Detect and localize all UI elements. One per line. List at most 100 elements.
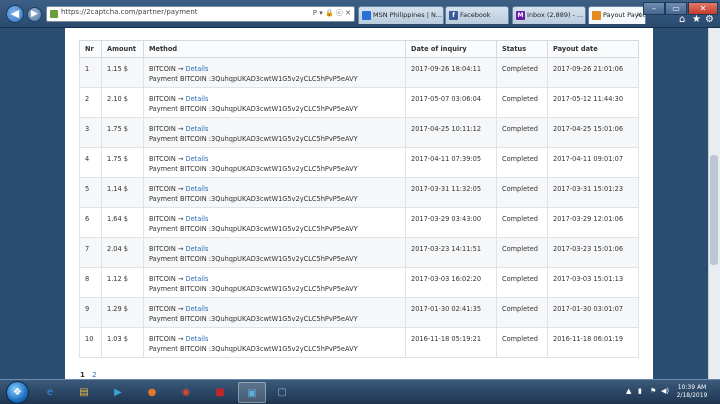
address-bar-icons[interactable]: P ▾ 🔒 ⓒ ✕ bbox=[313, 8, 351, 18]
cell-payout-date: 2017-03-31 15:01:23 bbox=[547, 177, 639, 208]
table-row: 7 2.04 $ BITCOIN → Details Payment BITCOIN … bbox=[79, 237, 639, 268]
arrow-icon: → bbox=[177, 125, 184, 133]
payment-address: Payment BITCOIN :3QuhqpUKAD3cwtW1G5v2yCL… bbox=[149, 105, 358, 113]
table-row: 8 1.12 $ BITCOIN → Details Payment BITCOIN … bbox=[79, 267, 639, 298]
windows-start-icon[interactable]: ❖ bbox=[6, 381, 29, 404]
page-link-2[interactable]: 2 bbox=[92, 371, 96, 379]
browser-chrome: ◀ ▶ https://2captcha.com/partner/payment… bbox=[0, 0, 720, 28]
cell-amount: 2.04 $ bbox=[101, 237, 144, 268]
cell-nr: 2 bbox=[79, 87, 102, 118]
cell-payout-date: 2017-01-30 03:01:07 bbox=[547, 297, 639, 328]
window-icon[interactable]: ▢ bbox=[268, 382, 296, 403]
method-name: BITCOIN bbox=[149, 65, 176, 73]
header-nr: Nr bbox=[79, 40, 102, 58]
pagination: 1 2 bbox=[80, 371, 97, 379]
volume-icon[interactable]: ◀) bbox=[661, 387, 669, 395]
cell-date-of-inquiry: 2017-09-26 18:04:11 bbox=[405, 57, 497, 88]
header-payout-date: Payout date bbox=[547, 40, 639, 58]
favorites-star-icon[interactable]: ★ bbox=[692, 14, 701, 25]
cell-method: BITCOIN → Details Payment BITCOIN :3Quhqp… bbox=[143, 297, 406, 328]
details-link[interactable]: Details bbox=[186, 125, 209, 133]
media-player-icon[interactable]: ▶ bbox=[104, 382, 132, 403]
chrome-icon[interactable]: ◉ bbox=[172, 382, 200, 403]
details-link[interactable]: Details bbox=[186, 95, 209, 103]
flag-icon[interactable]: ⚑ bbox=[650, 387, 656, 395]
arrow-icon: → bbox=[177, 275, 184, 283]
cell-nr: 8 bbox=[79, 267, 102, 298]
method-name: BITCOIN bbox=[149, 125, 176, 133]
method-name: BITCOIN bbox=[149, 95, 176, 103]
cell-status: Completed bbox=[496, 207, 548, 238]
details-link[interactable]: Details bbox=[186, 305, 209, 313]
header-date-of-inquiry: Date of inquiry bbox=[405, 40, 497, 58]
header-method: Method bbox=[143, 40, 406, 58]
internet-explorer-icon[interactable]: e bbox=[36, 382, 64, 403]
file-explorer-icon[interactable]: ▤ bbox=[70, 382, 98, 403]
details-link[interactable]: Details bbox=[186, 245, 209, 253]
tray-arrow-icon[interactable]: ▲ bbox=[626, 387, 631, 395]
method-name: BITCOIN bbox=[149, 245, 176, 253]
method-name: BITCOIN bbox=[149, 155, 176, 163]
payout-table: Nr Amount Method Date of inquiry Status … bbox=[79, 40, 639, 358]
details-link[interactable]: Details bbox=[186, 335, 209, 343]
details-link[interactable]: Details bbox=[186, 185, 209, 193]
address-url[interactable]: https://2captcha.com/partner/payment bbox=[61, 8, 198, 16]
address-bar[interactable]: https://2captcha.com/partner/payment P ▾… bbox=[46, 6, 355, 22]
payment-address: Payment BITCOIN :3QuhqpUKAD3cwtW1G5v2yCL… bbox=[149, 345, 358, 353]
forward-arrow-icon[interactable]: ▶ bbox=[27, 7, 42, 22]
scrollbar-thumb[interactable] bbox=[710, 155, 718, 265]
cell-status: Completed bbox=[496, 147, 548, 178]
payment-address: Payment BITCOIN :3QuhqpUKAD3cwtW1G5v2yCL… bbox=[149, 135, 358, 143]
page-current: 1 bbox=[80, 371, 85, 379]
cell-nr: 4 bbox=[79, 147, 102, 178]
payment-address: Payment BITCOIN :3QuhqpUKAD3cwtW1G5v2yCL… bbox=[149, 315, 358, 323]
system-clock[interactable]: 10:39 AM 2/18/2019 bbox=[672, 384, 712, 400]
table-row: 3 1.75 $ BITCOIN → Details Payment BITCOIN … bbox=[79, 117, 639, 148]
details-link[interactable]: Details bbox=[186, 275, 209, 283]
back-arrow-icon[interactable]: ◀ bbox=[6, 5, 24, 23]
page-icon bbox=[592, 11, 601, 20]
cell-date-of-inquiry: 2017-03-03 16:02:20 bbox=[405, 267, 497, 298]
site-favicon-icon bbox=[50, 10, 58, 18]
cell-amount: 1.75 $ bbox=[101, 117, 144, 148]
arrow-icon: → bbox=[177, 215, 184, 223]
tab-payout[interactable]: Payout Payout ✕ bbox=[588, 6, 646, 24]
cell-date-of-inquiry: 2016-11-18 05:19:21 bbox=[405, 327, 497, 358]
cell-method: BITCOIN → Details Payment BITCOIN :3Quhqp… bbox=[143, 267, 406, 298]
arrow-icon: → bbox=[177, 185, 184, 193]
tab-label: MSN Philippines | N... bbox=[373, 11, 443, 19]
remote-desktop-icon[interactable]: ▣ bbox=[238, 382, 266, 403]
table-row: 4 1.75 $ BITCOIN → Details Payment BITCOIN … bbox=[79, 147, 639, 178]
arrow-icon: → bbox=[177, 245, 184, 253]
cell-status: Completed bbox=[496, 237, 548, 268]
cell-status: Completed bbox=[496, 177, 548, 208]
cell-nr: 5 bbox=[79, 177, 102, 208]
clock-time: 10:39 AM bbox=[677, 384, 707, 391]
cell-amount: 1.15 $ bbox=[101, 57, 144, 88]
tab-msn[interactable]: MSN Philippines | N... bbox=[358, 6, 444, 24]
firefox-icon[interactable]: ● bbox=[138, 382, 166, 403]
gear-icon[interactable]: ⚙ bbox=[705, 14, 714, 25]
details-link[interactable]: Details bbox=[186, 65, 209, 73]
method-name: BITCOIN bbox=[149, 215, 176, 223]
cell-payout-date: 2017-05-12 11:44:30 bbox=[547, 87, 639, 118]
tab-facebook[interactable]: f Facebook bbox=[445, 6, 509, 24]
cell-method: BITCOIN → Details Payment BITCOIN :3Quhqp… bbox=[143, 177, 406, 208]
table-row: 5 1.14 $ BITCOIN → Details Payment BITCOIN … bbox=[79, 177, 639, 208]
table-header-row: Nr Amount Method Date of inquiry Status … bbox=[79, 40, 639, 58]
details-link[interactable]: Details bbox=[186, 215, 209, 223]
cell-date-of-inquiry: 2017-03-31 11:32:05 bbox=[405, 177, 497, 208]
details-link[interactable]: Details bbox=[186, 155, 209, 163]
cell-payout-date: 2016-11-18 06:01:19 bbox=[547, 327, 639, 358]
arrow-icon: → bbox=[177, 95, 184, 103]
red-app-icon[interactable]: ■ bbox=[206, 382, 234, 403]
arrow-icon: → bbox=[177, 155, 184, 163]
yahoo-mail-icon: M bbox=[516, 11, 525, 20]
tab-inbox[interactable]: M Inbox (2,889) - ... bbox=[512, 6, 586, 24]
network-icon[interactable]: ▮ bbox=[638, 387, 642, 395]
clock-date: 2/18/2019 bbox=[676, 392, 708, 399]
close-icon[interactable]: ✕ bbox=[636, 7, 642, 23]
minimize-button[interactable]: – bbox=[643, 2, 665, 15]
table-row: 1 1.15 $ BITCOIN → Details Payment BITCOIN … bbox=[79, 57, 639, 88]
home-icon[interactable]: ⌂ bbox=[679, 14, 685, 25]
